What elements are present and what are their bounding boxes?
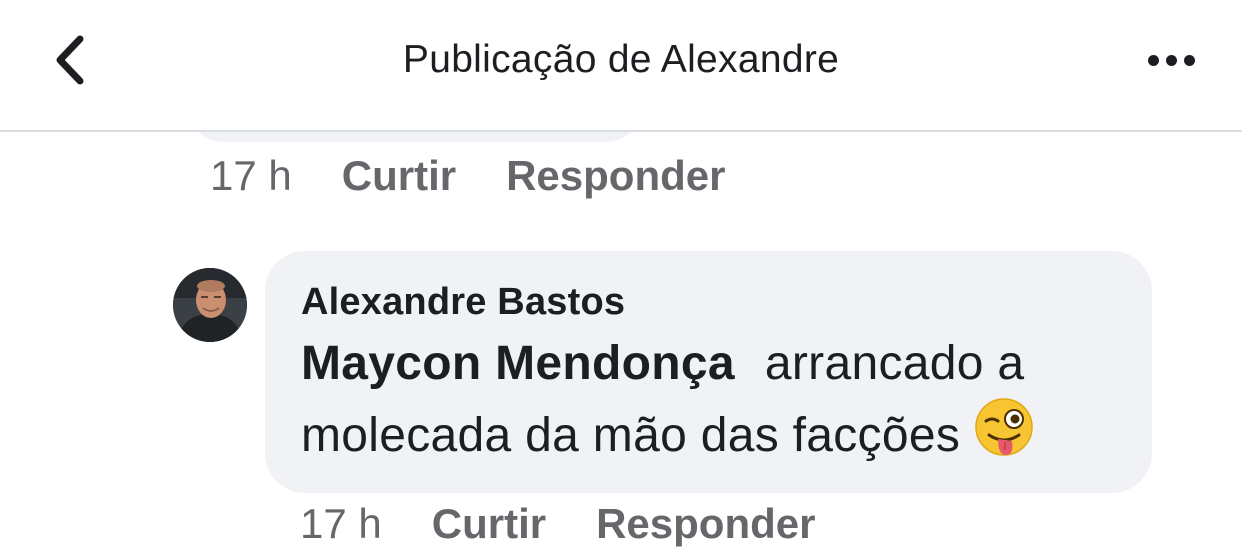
- like-button[interactable]: Curtir: [342, 152, 456, 200]
- avatar-photo: [173, 268, 247, 342]
- comment-timestamp: 17 h: [300, 500, 382, 547]
- reply-button[interactable]: Responder: [506, 152, 725, 200]
- more-dot-icon: [1183, 54, 1195, 66]
- comment-author[interactable]: Alexandre Bastos: [301, 279, 1116, 325]
- more-options-button[interactable]: [1138, 40, 1204, 80]
- mention-link[interactable]: Maycon Mendonça: [301, 337, 735, 390]
- winking-face-with-tongue-icon: [974, 397, 1034, 477]
- previous-comment-actions: 17 h Curtir Responder: [210, 152, 725, 200]
- comment-text: Maycon Mendonça arrancado a molecada da m…: [301, 331, 1116, 477]
- comment-text-part2: molecada da mão das facções: [301, 409, 961, 462]
- avatar[interactable]: [173, 268, 247, 342]
- reply-comment-bubble: Alexandre Bastos Maycon Mendonça arrancad…: [265, 251, 1152, 493]
- reply-comment-actions: 17 h Curtir Responder: [300, 500, 815, 548]
- page-title: Publicação de Alexandre: [402, 38, 840, 81]
- like-button[interactable]: Curtir: [432, 500, 546, 548]
- reply-button[interactable]: Responder: [596, 500, 815, 548]
- comment-timestamp: 17 h: [210, 152, 292, 199]
- more-dot-icon: [1165, 54, 1177, 66]
- comment-text-part1: arrancado a: [764, 337, 1025, 390]
- top-bar: Publicação de Alexandre: [0, 0, 1242, 132]
- more-dot-icon: [1147, 54, 1159, 66]
